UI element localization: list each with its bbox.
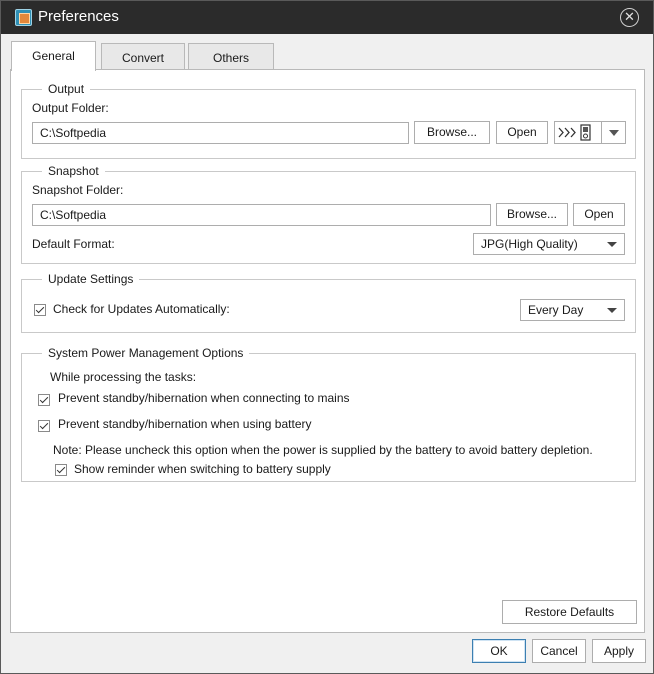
chevron-down-icon bbox=[609, 130, 619, 136]
tab-others-label: Others bbox=[212, 51, 249, 65]
tab-others[interactable]: Others bbox=[188, 43, 274, 71]
prevent-standby-battery-label: Prevent standby/hibernation when using b… bbox=[58, 417, 312, 431]
snapshot-group: Snapshot Snapshot Folder: C:\Softpedia B… bbox=[21, 164, 636, 264]
update-frequency-select[interactable]: Every Day bbox=[520, 299, 625, 321]
close-icon: ✕ bbox=[624, 9, 635, 24]
tab-general[interactable]: General bbox=[11, 41, 96, 71]
chevron-down-icon bbox=[607, 242, 617, 247]
device-select-button[interactable] bbox=[554, 121, 626, 144]
default-format-value: JPG(High Quality) bbox=[481, 237, 578, 251]
snapshot-browse-button[interactable]: Browse... bbox=[496, 203, 568, 226]
output-browse-button[interactable]: Browse... bbox=[414, 121, 490, 144]
default-format-label: Default Format: bbox=[32, 237, 115, 251]
prevent-standby-mains-checkbox[interactable] bbox=[38, 394, 50, 406]
power-intro-text: While processing the tasks: bbox=[50, 370, 197, 384]
output-folder-input[interactable]: C:\Softpedia bbox=[32, 122, 409, 144]
output-legend: Output bbox=[42, 82, 91, 97]
update-settings-legend: Update Settings bbox=[42, 272, 140, 287]
chevron-down-icon bbox=[607, 308, 617, 313]
output-folder-label: Output Folder: bbox=[32, 101, 109, 115]
prevent-standby-mains-label: Prevent standby/hibernation when connect… bbox=[58, 391, 350, 405]
battery-reminder-label: Show reminder when switching to battery … bbox=[74, 462, 331, 476]
auto-update-label: Check for Updates Automatically: bbox=[53, 302, 230, 316]
power-management-legend: System Power Management Options bbox=[42, 346, 250, 361]
snapshot-legend: Snapshot bbox=[42, 164, 105, 179]
device-player-icon bbox=[558, 124, 591, 141]
preferences-window: Preferences ✕ General Convert Others Out… bbox=[0, 0, 654, 674]
snapshot-open-button[interactable]: Open bbox=[573, 203, 625, 226]
output-open-button[interactable]: Open bbox=[496, 121, 548, 144]
app-icon bbox=[15, 9, 32, 26]
update-frequency-value: Every Day bbox=[528, 303, 584, 317]
apply-button[interactable]: Apply bbox=[592, 639, 646, 663]
general-panel: Output Output Folder: C:\Softpedia Brows… bbox=[10, 69, 645, 633]
update-settings-group: Update Settings Check for Updates Automa… bbox=[21, 272, 636, 333]
cancel-button[interactable]: Cancel bbox=[532, 639, 586, 663]
close-button[interactable]: ✕ bbox=[620, 8, 639, 27]
device-select-separator bbox=[601, 122, 602, 143]
tab-general-label: General bbox=[32, 49, 75, 63]
tab-convert-label: Convert bbox=[121, 51, 165, 65]
tab-convert[interactable]: Convert bbox=[101, 43, 185, 71]
prevent-standby-battery-checkbox[interactable] bbox=[38, 420, 50, 432]
window-title: Preferences bbox=[38, 8, 119, 25]
default-format-select[interactable]: JPG(High Quality) bbox=[473, 233, 625, 255]
auto-update-checkbox[interactable] bbox=[34, 304, 46, 316]
battery-note-text: Note: Please uncheck this option when th… bbox=[53, 443, 593, 457]
title-bar: Preferences ✕ bbox=[1, 1, 653, 34]
snapshot-folder-label: Snapshot Folder: bbox=[32, 183, 124, 197]
output-group: Output Output Folder: C:\Softpedia Brows… bbox=[21, 82, 636, 159]
battery-reminder-checkbox[interactable] bbox=[55, 464, 67, 476]
ok-button[interactable]: OK bbox=[472, 639, 526, 663]
snapshot-folder-input[interactable]: C:\Softpedia bbox=[32, 204, 491, 226]
restore-defaults-button[interactable]: Restore Defaults bbox=[502, 600, 637, 624]
power-management-group: System Power Management Options While pr… bbox=[21, 346, 636, 482]
